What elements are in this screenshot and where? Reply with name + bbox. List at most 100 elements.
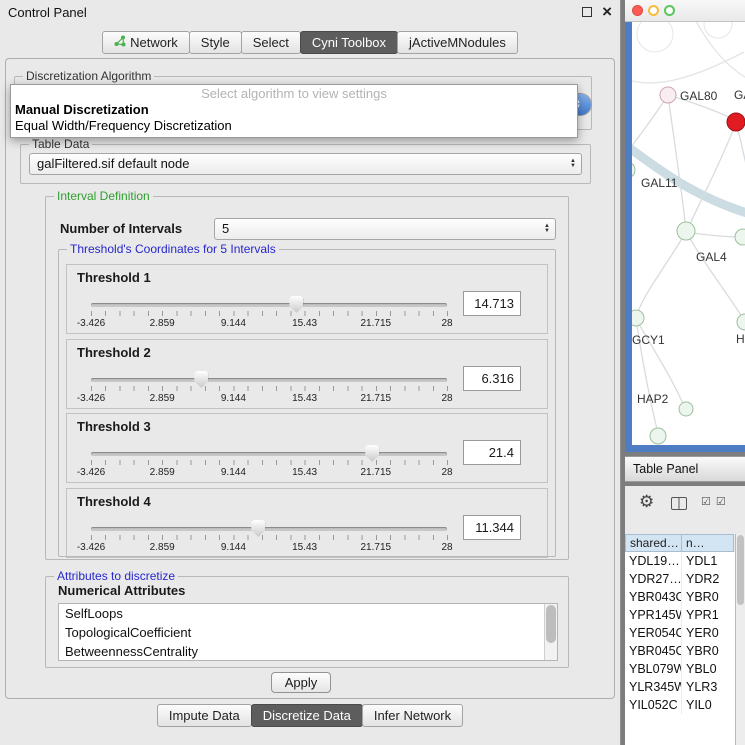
apply-button[interactable]: Apply bbox=[271, 672, 331, 693]
columns-icon[interactable] bbox=[671, 497, 687, 510]
minimize-traffic-light-icon[interactable] bbox=[648, 5, 659, 16]
dropdown-option-manual-discretization[interactable]: Manual Discretization bbox=[11, 102, 577, 118]
close-icon[interactable]: × bbox=[602, 2, 612, 22]
network-node[interactable] bbox=[677, 222, 695, 240]
table-row[interactable]: YDR27…YDR2 bbox=[625, 570, 735, 588]
network-node[interactable] bbox=[737, 314, 745, 330]
network-window-titlebar[interactable] bbox=[625, 0, 745, 22]
table-row[interactable]: YBR045CYBR0 bbox=[625, 642, 735, 660]
network-edge[interactable] bbox=[688, 123, 736, 228]
table-cell[interactable]: YPR145W bbox=[625, 606, 682, 624]
table-cell[interactable]: YBR043C bbox=[625, 588, 682, 606]
table-scrollbar[interactable] bbox=[735, 534, 745, 745]
threshold-value-field[interactable]: 11.344 bbox=[463, 515, 521, 540]
gear-icon[interactable]: ⚙ bbox=[639, 492, 654, 512]
network-node[interactable] bbox=[632, 162, 635, 178]
table-cell[interactable]: YBR045C bbox=[625, 642, 682, 660]
table-cell[interactable]: YPR1 bbox=[682, 606, 735, 624]
network-node[interactable] bbox=[727, 113, 745, 131]
scrollbar-thumb[interactable] bbox=[737, 535, 744, 605]
tab-style[interactable]: Style bbox=[189, 31, 242, 54]
network-edge[interactable] bbox=[636, 232, 686, 316]
network-edge[interactable] bbox=[736, 123, 745, 184]
threshold-value-field[interactable]: 14.713 bbox=[463, 291, 521, 316]
control-panel-titlebar[interactable]: Control Panel × bbox=[0, 0, 620, 24]
table-row[interactable]: YDL19…YDL1 bbox=[625, 552, 735, 570]
tab-discretize-data[interactable]: Discretize Data bbox=[251, 704, 363, 727]
table-row[interactable]: YIL052CYIL0 bbox=[625, 696, 735, 714]
table-row[interactable]: YLR345WYLR3 bbox=[625, 678, 735, 696]
table-row[interactable]: YPR145WYPR1 bbox=[625, 606, 735, 624]
edge-arc bbox=[637, 22, 673, 52]
table-row[interactable]: YBL079WYBL0 bbox=[625, 660, 735, 678]
table-cell[interactable]: YDL19… bbox=[625, 552, 682, 570]
node-label: HAP2 bbox=[637, 392, 669, 406]
select-columns-checkbox-icons[interactable]: ☑ ☑ bbox=[701, 495, 727, 508]
table-cell[interactable]: YBR0 bbox=[682, 588, 735, 606]
column-header-name[interactable]: n… bbox=[681, 534, 734, 552]
tick-label: 28 bbox=[441, 467, 452, 478]
close-traffic-light-icon[interactable] bbox=[632, 5, 643, 16]
list-item[interactable]: BetweennessCentrality bbox=[59, 642, 557, 661]
table-panel-window: ⚙ ☑ ☑ shared… n… YDL19…YDL1YDR27…YDR2YBR… bbox=[625, 486, 745, 745]
tab-impute-data[interactable]: Impute Data bbox=[157, 704, 252, 727]
table-row[interactable]: YER054CYER0 bbox=[625, 624, 735, 642]
numerical-attributes-list[interactable]: SelfLoopsTopologicalCoefficientBetweenne… bbox=[58, 603, 558, 661]
tab-infer-network[interactable]: Infer Network bbox=[362, 704, 463, 727]
table-cell[interactable]: YIL052C bbox=[625, 696, 682, 714]
zoom-traffic-light-icon[interactable] bbox=[664, 5, 675, 16]
slider-track[interactable] bbox=[91, 303, 447, 307]
network-canvas[interactable]: GAL80GAGAL11GAL4GCY1HHAP2 bbox=[632, 22, 745, 445]
list-scrollbar[interactable] bbox=[544, 604, 557, 660]
tab-network[interactable]: Network bbox=[102, 31, 190, 54]
tab-cyni-toolbox[interactable]: Cyni Toolbox bbox=[300, 31, 398, 54]
tick-label: 28 bbox=[441, 542, 452, 553]
list-item[interactable]: SelfLoops bbox=[59, 604, 557, 623]
table-cell[interactable]: YDR27… bbox=[625, 570, 682, 588]
threshold-label: Threshold 1 bbox=[77, 270, 151, 285]
tab-select[interactable]: Select bbox=[241, 31, 301, 54]
network-node[interactable] bbox=[660, 87, 676, 103]
network-node[interactable] bbox=[650, 428, 666, 444]
slider-track[interactable] bbox=[91, 378, 447, 382]
network-node[interactable] bbox=[632, 310, 644, 326]
dropdown-option-equal-width[interactable]: Equal Width/Frequency Discretization bbox=[11, 118, 577, 134]
list-item[interactable]: TopologicalCoefficient bbox=[59, 623, 557, 642]
slider-track[interactable] bbox=[91, 527, 447, 531]
table-cell[interactable]: YLR345W bbox=[625, 678, 682, 696]
tab-jactivemnodules[interactable]: jActiveMNodules bbox=[397, 31, 518, 54]
table-cell[interactable]: YIL0 bbox=[682, 696, 735, 714]
table-cell[interactable]: YBR0 bbox=[682, 642, 735, 660]
table-row[interactable]: YBR043CYBR0 bbox=[625, 588, 735, 606]
network-edge[interactable] bbox=[686, 232, 744, 320]
network-edge[interactable] bbox=[632, 95, 668, 154]
threshold-label: Threshold 3 bbox=[77, 419, 151, 434]
threshold-value-field[interactable]: 6.316 bbox=[463, 366, 521, 391]
network-edge[interactable] bbox=[692, 22, 745, 80]
table-cell[interactable]: YBL079W bbox=[625, 660, 682, 678]
tab-label: Infer Network bbox=[374, 705, 451, 726]
table-data-combobox[interactable]: galFiltered.sif default node ▲▼ bbox=[29, 153, 582, 175]
table-cell[interactable]: YER054C bbox=[625, 624, 682, 642]
threshold-value-field[interactable]: 21.4 bbox=[463, 440, 521, 465]
scrollbar-thumb[interactable] bbox=[546, 605, 556, 643]
interval-definition-group: Interval Definition Number of Intervals … bbox=[45, 196, 569, 560]
table-panel-header[interactable]: Table Panel bbox=[625, 456, 745, 482]
tick-label: 9.144 bbox=[221, 318, 246, 329]
slider-track[interactable] bbox=[91, 452, 447, 456]
network-node[interactable] bbox=[679, 402, 693, 416]
table-cell[interactable]: YLR3 bbox=[682, 678, 735, 696]
network-edge[interactable] bbox=[632, 52, 744, 83]
number-of-intervals-combobox[interactable]: 5 ▲▼ bbox=[214, 218, 556, 240]
table-cell[interactable]: YDR2 bbox=[682, 570, 735, 588]
tick-label: 15.43 bbox=[292, 542, 317, 553]
table-cell[interactable]: YER0 bbox=[682, 624, 735, 642]
table-cell[interactable]: YDL1 bbox=[682, 552, 735, 570]
column-header-shared-name[interactable]: shared… bbox=[625, 534, 682, 552]
slider-tick-labels: -3.4262.8599.14415.4321.71528 bbox=[91, 542, 447, 554]
network-edge[interactable] bbox=[668, 95, 686, 230]
network-node[interactable] bbox=[735, 229, 745, 245]
table-cell[interactable]: YBL0 bbox=[682, 660, 735, 678]
float-window-icon[interactable] bbox=[582, 7, 592, 17]
threshold-panel: Threshold 4 -3.4262.8599.14415.4321.7152… bbox=[66, 488, 548, 558]
